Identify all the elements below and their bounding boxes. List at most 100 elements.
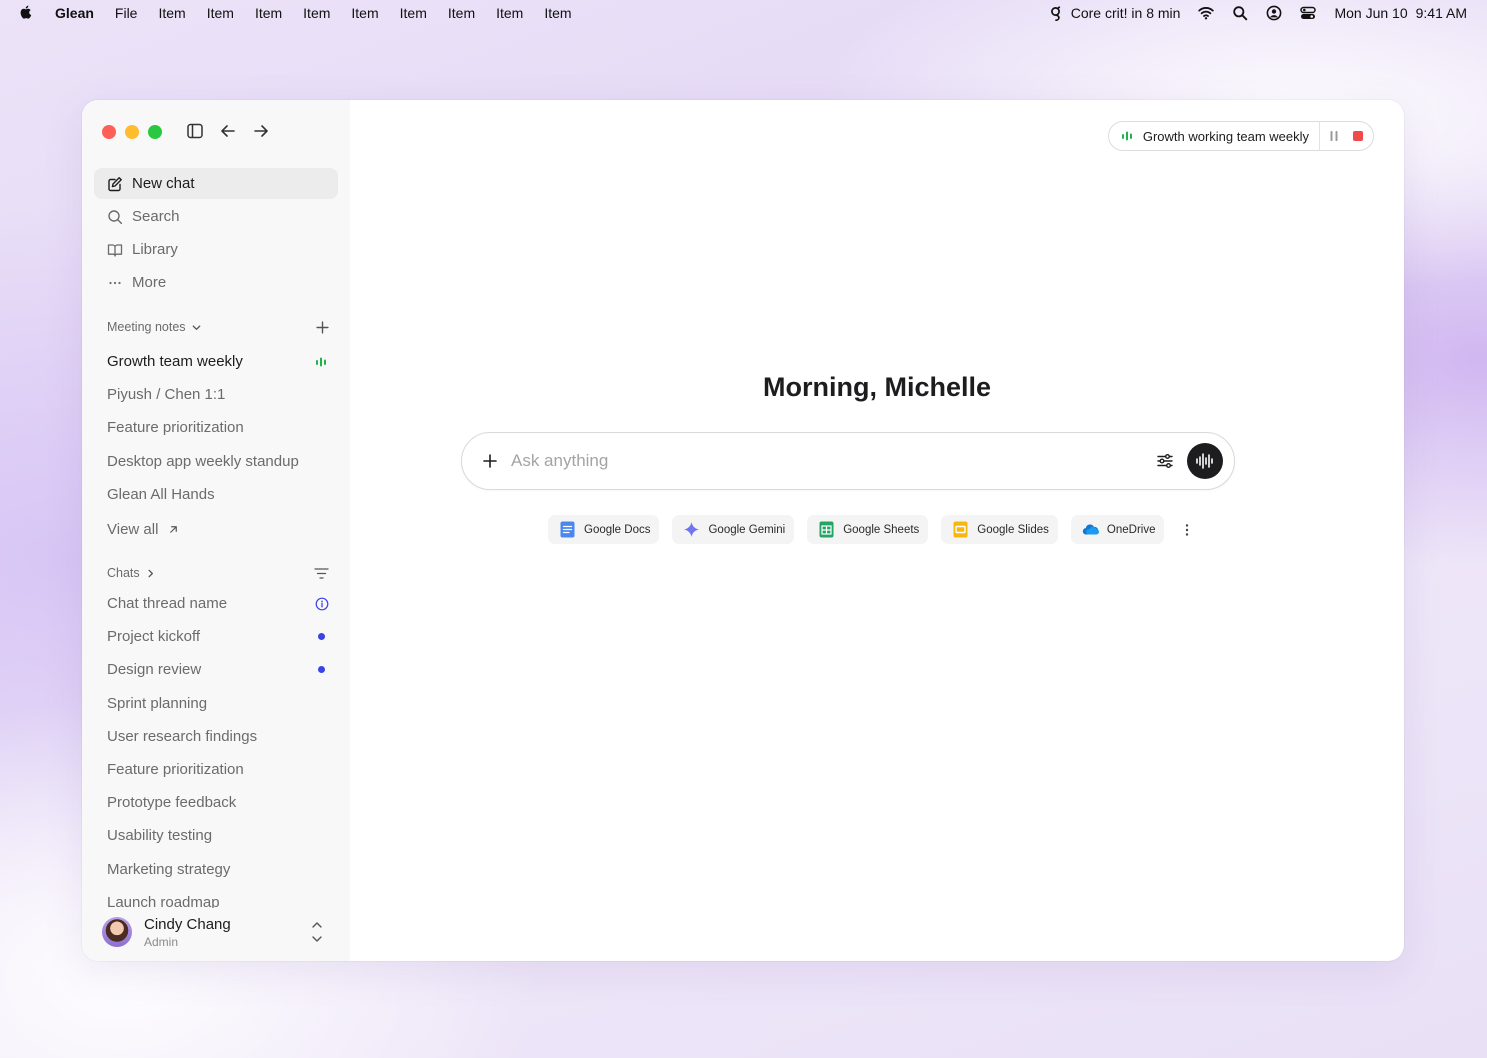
apple-icon[interactable] xyxy=(18,4,34,23)
recording-pill[interactable]: Growth working team weekly xyxy=(1107,121,1374,151)
menu-item[interactable]: Item xyxy=(303,5,330,21)
sidebar-toggle-icon[interactable] xyxy=(186,122,204,140)
unread-dot xyxy=(318,666,325,674)
chat-title: Chat thread name xyxy=(107,595,228,613)
control-center-icon[interactable] xyxy=(1300,5,1317,21)
onedrive-icon xyxy=(1082,524,1099,535)
meeting-status-text: Core crit! in 8 min xyxy=(1070,5,1181,21)
chevron-down-icon xyxy=(192,324,200,330)
stop-recording-button[interactable] xyxy=(1353,131,1363,141)
menu-item[interactable]: Item xyxy=(496,5,523,21)
search-button[interactable]: Search xyxy=(94,201,338,232)
add-meeting-note-icon[interactable] xyxy=(316,320,329,334)
meeting-note-item[interactable]: Piyush / Chen 1:1 xyxy=(107,378,329,411)
view-all-label: View all xyxy=(107,521,159,539)
more-vertical-icon[interactable] xyxy=(1179,522,1195,538)
menu-date: Mon Jun 10 xyxy=(1334,5,1408,21)
google-sheets-label: Google Sheets xyxy=(843,523,920,536)
menu-item[interactable]: Item xyxy=(207,5,234,21)
chat-item[interactable]: Launch roadmap xyxy=(107,886,329,908)
google-slides-icon xyxy=(953,521,968,538)
profile-menu[interactable]: Cindy Chang Admin xyxy=(102,915,332,949)
sidebar-nav: New chat Search Library More xyxy=(94,168,338,300)
user-account-icon[interactable] xyxy=(1266,5,1282,21)
menu-clock[interactable]: Mon Jun 10 9:41 AM xyxy=(1334,5,1467,21)
search-label: Search xyxy=(132,208,180,225)
spotlight-search-icon[interactable] xyxy=(1232,5,1248,21)
meeting-note-item[interactable]: Growth team weekly xyxy=(107,345,329,378)
chat-item[interactable]: Usability testing xyxy=(107,819,329,852)
back-arrow-icon[interactable] xyxy=(219,122,237,140)
google-slides-label: Google Slides xyxy=(977,523,1049,536)
google-docs-label: Google Docs xyxy=(584,523,651,536)
chat-item[interactable]: Chat thread name xyxy=(107,587,329,620)
external-arrow-icon xyxy=(170,526,178,533)
onedrive-chip[interactable]: OneDrive xyxy=(1070,515,1165,544)
add-attachment-icon[interactable] xyxy=(482,453,498,469)
chats-header: Chats xyxy=(107,563,329,583)
chat-item[interactable]: Marketing strategy xyxy=(107,853,329,886)
compose-icon xyxy=(108,176,122,191)
view-all-link[interactable]: View all xyxy=(107,513,329,546)
google-sheets-chip[interactable]: Google Sheets xyxy=(807,515,929,544)
chat-item[interactable]: Sprint planning xyxy=(107,687,329,720)
chat-item[interactable]: Prototype feedback xyxy=(107,786,329,819)
menu-item[interactable]: Item xyxy=(255,5,282,21)
chevron-right-icon xyxy=(148,569,153,577)
chat-item[interactable]: Feature prioritization xyxy=(107,753,329,786)
app-shortcuts: Google Docs Google Gemini Google Sheets … xyxy=(548,515,1195,544)
library-label: Library xyxy=(132,241,178,258)
close-window-button[interactable] xyxy=(102,125,116,139)
meeting-notes-toggle[interactable]: Meeting notes xyxy=(107,320,202,334)
chat-composer xyxy=(461,432,1235,490)
menu-app-name[interactable]: Glean xyxy=(55,5,94,21)
meeting-note-item[interactable]: Glean All Hands xyxy=(107,478,329,511)
google-docs-icon xyxy=(560,521,575,538)
recording-bars-icon xyxy=(316,357,326,367)
meeting-note-item[interactable]: Desktop app weekly standup xyxy=(107,445,329,478)
chat-item[interactable]: Project kickoff xyxy=(107,620,329,653)
google-docs-chip[interactable]: Google Docs xyxy=(548,515,660,544)
divider xyxy=(1319,121,1320,151)
settings-sliders-icon[interactable] xyxy=(1156,452,1174,470)
filter-icon[interactable] xyxy=(314,567,329,580)
chat-title: Marketing strategy xyxy=(107,860,231,878)
zoom-window-button[interactable] xyxy=(148,125,162,139)
glean-icon xyxy=(1050,6,1061,21)
chats-toggle[interactable]: Chats xyxy=(107,566,156,580)
more-button[interactable]: More xyxy=(94,267,338,298)
meeting-notes-list: Growth team weekly Piyush / Chen 1:1 Fea… xyxy=(107,345,329,546)
chat-item[interactable]: User research findings xyxy=(107,720,329,753)
forward-arrow-icon[interactable] xyxy=(252,122,270,140)
meeting-notes-header: Meeting notes xyxy=(107,317,329,337)
new-chat-button[interactable]: New chat xyxy=(94,168,338,199)
google-slides-chip[interactable]: Google Slides xyxy=(941,515,1058,544)
pause-icon[interactable] xyxy=(1329,130,1339,142)
voice-mode-button[interactable] xyxy=(1187,443,1223,479)
meeting-status[interactable]: Core crit! in 8 min xyxy=(1048,5,1181,21)
google-gemini-chip[interactable]: Google Gemini xyxy=(672,515,795,544)
profile-name: Cindy Chang xyxy=(144,915,231,933)
ask-input[interactable] xyxy=(511,451,1156,471)
meeting-note-title: Glean All Hands xyxy=(107,485,215,503)
menu-item[interactable]: Item xyxy=(448,5,475,21)
chat-title: Design review xyxy=(107,661,202,679)
chat-title: Prototype feedback xyxy=(107,794,237,812)
chat-item[interactable]: Design review xyxy=(107,653,329,686)
meeting-note-title: Desktop app weekly standup xyxy=(107,452,299,470)
audio-waveform-icon xyxy=(1196,453,1213,469)
new-chat-label: New chat xyxy=(132,175,195,192)
book-icon xyxy=(107,243,123,257)
chat-title: Project kickoff xyxy=(107,628,201,646)
menu-item-file[interactable]: File xyxy=(115,5,138,21)
wifi-icon[interactable] xyxy=(1198,5,1215,21)
chat-title: User research findings xyxy=(107,727,258,745)
menu-item[interactable]: Item xyxy=(351,5,378,21)
menu-item[interactable]: Item xyxy=(544,5,571,21)
library-button[interactable]: Library xyxy=(94,234,338,265)
app-window: New chat Search Library More Meeting not… xyxy=(82,100,1404,961)
minimize-window-button[interactable] xyxy=(125,125,139,139)
menu-item[interactable]: Item xyxy=(158,5,185,21)
menu-item[interactable]: Item xyxy=(400,5,427,21)
meeting-note-item[interactable]: Feature prioritization xyxy=(107,411,329,444)
